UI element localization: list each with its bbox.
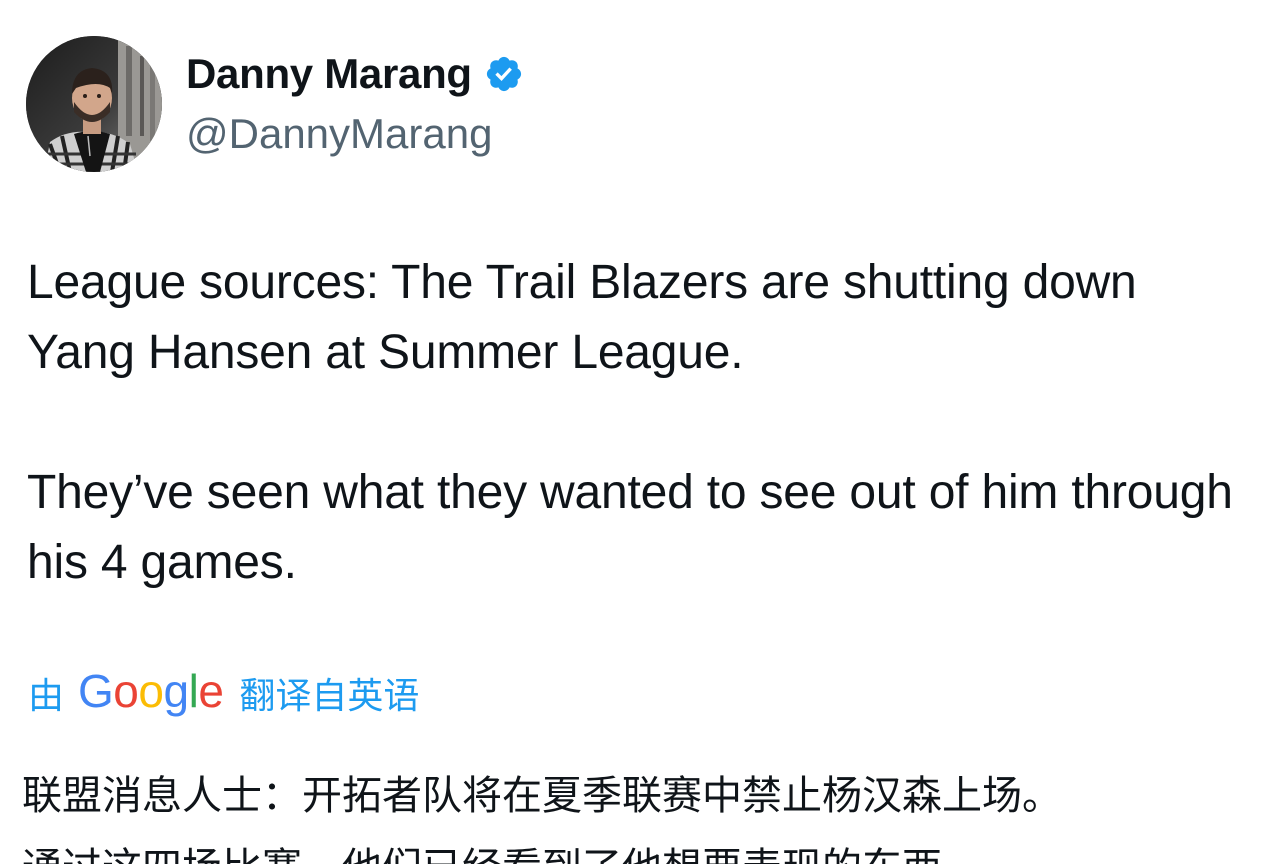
- tweet-paragraph: League sources: The Trail Blazers are sh…: [27, 256, 1149, 379]
- author-avatar[interactable]: [26, 36, 162, 172]
- translated-line: 通过这四场比赛，他们已经看到了他想要表现的东西。: [22, 838, 1257, 864]
- translated-by-google-link[interactable]: 由 Google 翻译自英语: [28, 665, 420, 720]
- google-logo: Google: [78, 665, 224, 717]
- verified-badge-icon: [486, 56, 521, 92]
- translate-suffix: 翻译自英语: [239, 675, 420, 716]
- author-name-text: Danny Marang: [186, 50, 472, 97]
- author-display-name[interactable]: Danny Marang: [186, 50, 524, 98]
- author-handle[interactable]: @DannyMarang: [186, 110, 492, 158]
- tweet-paragraph: They’ve seen what they wanted to see out…: [27, 466, 1246, 589]
- translated-tweet-body: 联盟消息人士：开拓者队将在夏季联赛中禁止杨汉森上场。 通过这四场比赛，他们已经看…: [22, 766, 1257, 864]
- tweet-body: League sources: The Trail Blazers are sh…: [27, 248, 1252, 598]
- avatar-photo: [26, 36, 162, 172]
- translated-line: 联盟消息人士：开拓者队将在夏季联赛中禁止杨汉森上场。: [22, 773, 1062, 819]
- translate-prefix: 由: [28, 675, 65, 716]
